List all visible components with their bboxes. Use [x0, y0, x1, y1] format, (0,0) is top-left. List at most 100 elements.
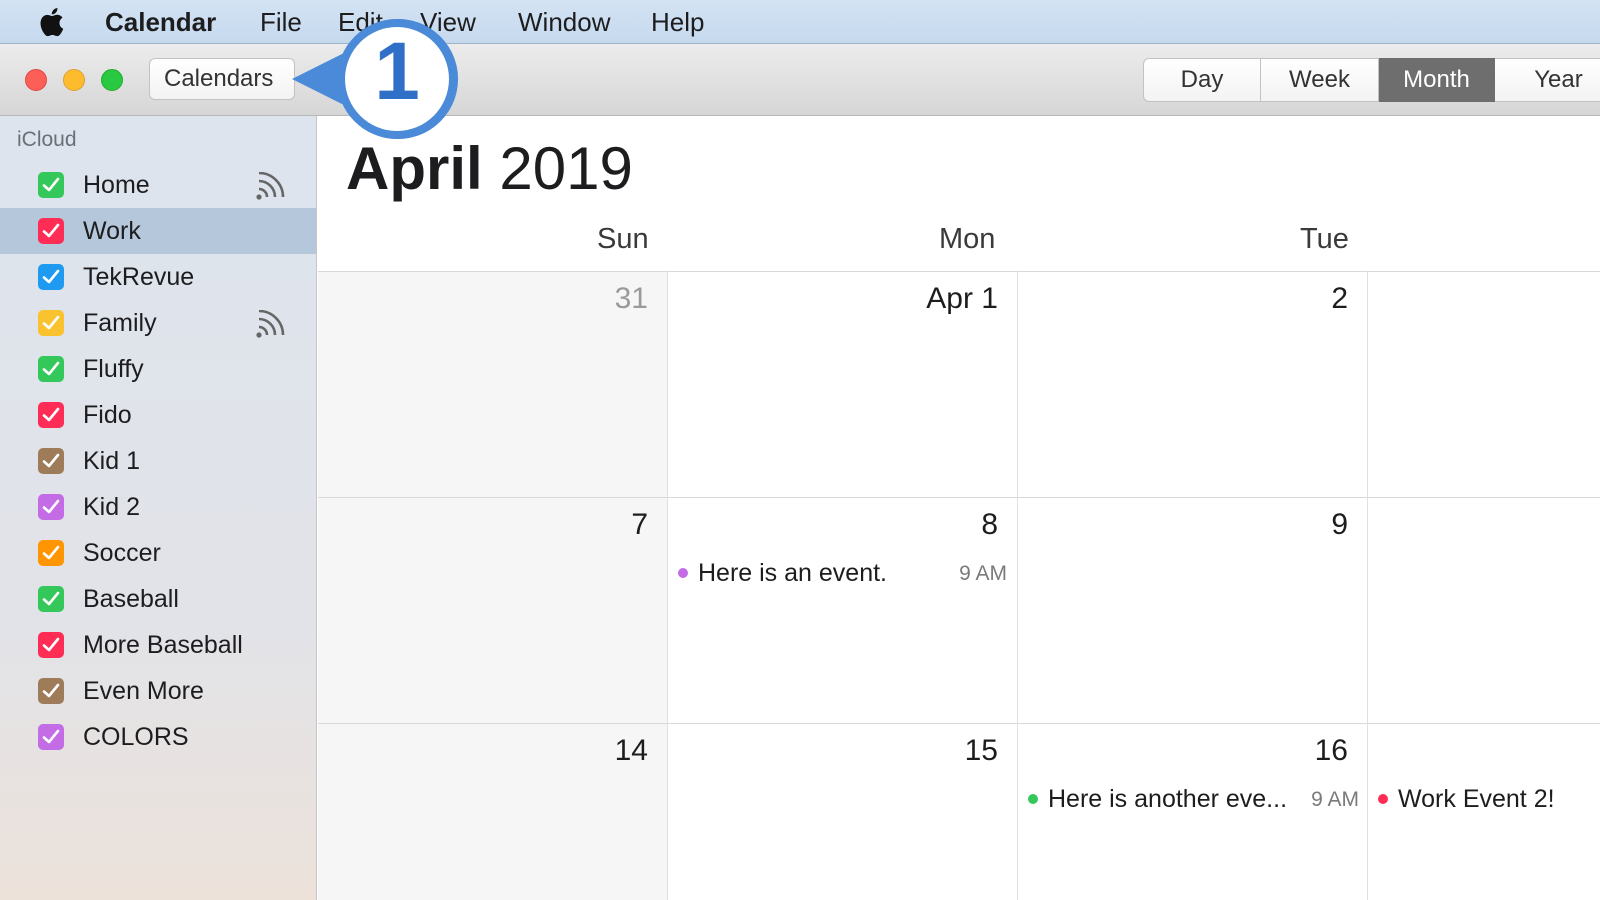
checkmark-icon: [42, 683, 60, 698]
calendar-label: More Baseball: [83, 631, 243, 659]
calendar-checkbox[interactable]: [38, 264, 64, 290]
month-view: April 2019 Sun Mon Tue 31 Apr 1 2 7 8 9 14 15 16…: [318, 116, 1600, 900]
calendar-checkbox[interactable]: [38, 448, 64, 474]
calendar-checkbox[interactable]: [38, 172, 64, 198]
sidebar-calendar-item[interactable]: Fluffy: [0, 346, 316, 392]
weekday-tue: Tue: [1300, 223, 1349, 255]
checkmark-icon: [42, 223, 60, 238]
event-color-dot: [1378, 794, 1388, 804]
calendar-checkbox[interactable]: [38, 632, 64, 658]
menu-help[interactable]: Help: [651, 6, 704, 38]
calendars-toggle-button[interactable]: Calendars: [149, 58, 295, 100]
calendar-checkbox[interactable]: [38, 586, 64, 612]
event-title: Work Event 2!: [1398, 785, 1555, 813]
calendar-label: Kid 2: [83, 493, 140, 521]
page-title: April 2019: [346, 134, 633, 204]
window-toolbar: Calendars Day Week Month Year: [0, 44, 1600, 116]
grid-line: [318, 497, 1600, 498]
checkmark-icon: [42, 545, 60, 560]
shared-calendar-icon[interactable]: [256, 310, 290, 338]
checkmark-icon: [42, 453, 60, 468]
calendar-checkbox[interactable]: [38, 218, 64, 244]
apple-logo-icon[interactable]: [38, 6, 68, 38]
grid-line: [1367, 271, 1368, 900]
sidebar-calendar-item[interactable]: Baseball: [0, 576, 316, 622]
view-segmented-control: Day Week Month Year: [1143, 58, 1600, 102]
day-number[interactable]: 2: [1331, 281, 1348, 317]
day-number[interactable]: 14: [615, 733, 648, 769]
day-number[interactable]: 16: [1315, 733, 1348, 769]
day-number[interactable]: 7: [631, 507, 648, 543]
event-color-dot: [678, 568, 688, 578]
callout-step-number: 1: [374, 26, 420, 117]
view-month-button[interactable]: Month: [1379, 58, 1495, 102]
close-window-button[interactable]: [25, 69, 47, 91]
calendar-event[interactable]: Here is another eve... 9 AM: [1028, 782, 1359, 816]
checkmark-icon: [42, 637, 60, 652]
sidebar-calendar-item[interactable]: COLORS: [0, 714, 316, 760]
month-name: April: [346, 135, 483, 202]
view-day-button[interactable]: Day: [1143, 58, 1261, 102]
day-number[interactable]: 8: [981, 507, 998, 543]
day-number[interactable]: Apr 1: [926, 281, 998, 317]
day-number[interactable]: 15: [965, 733, 998, 769]
checkmark-icon: [42, 361, 60, 376]
calendar-event[interactable]: Here is an event. 9 AM: [678, 556, 1007, 590]
sidebar-calendar-item[interactable]: More Baseball: [0, 622, 316, 668]
sidebar-calendar-item[interactable]: Work: [0, 208, 316, 254]
calendar-label: Soccer: [83, 539, 161, 567]
calendar-label: TekRevue: [83, 263, 195, 291]
checkmark-icon: [42, 269, 60, 284]
sidebar-group-header: iCloud: [17, 128, 77, 151]
day-number[interactable]: 31: [615, 281, 648, 317]
calendar-checkbox[interactable]: [38, 494, 64, 520]
calendar-label: Even More: [83, 677, 204, 705]
sidebar-calendar-item[interactable]: Even More: [0, 668, 316, 714]
calendar-label: Home: [83, 171, 150, 199]
sidebar-calendar-item[interactable]: TekRevue: [0, 254, 316, 300]
sidebar-calendar-item[interactable]: Home: [0, 162, 316, 208]
sidebar-calendar-item[interactable]: Kid 2: [0, 484, 316, 530]
fullscreen-window-button[interactable]: [101, 69, 123, 91]
calendar-label: Work: [83, 217, 141, 245]
calendar-checkbox[interactable]: [38, 540, 64, 566]
checkmark-icon: [42, 315, 60, 330]
grid-line: [667, 271, 668, 900]
calendar-label: Kid 1: [83, 447, 140, 475]
calendar-label: Fluffy: [83, 355, 144, 383]
sidebar-calendar-item[interactable]: Fido: [0, 392, 316, 438]
shared-calendar-icon[interactable]: [256, 172, 290, 200]
year-number: 2019: [499, 135, 633, 202]
checkmark-icon: [42, 591, 60, 606]
calendar-checkbox[interactable]: [38, 356, 64, 382]
minimize-window-button[interactable]: [63, 69, 85, 91]
calendar-event[interactable]: Work Event 2!: [1378, 782, 1598, 816]
calendar-checkbox[interactable]: [38, 402, 64, 428]
calendar-label: Family: [83, 309, 157, 337]
grid-line: [318, 723, 1600, 724]
grid-line: [1017, 271, 1018, 900]
checkmark-icon: [42, 177, 60, 192]
menu-window[interactable]: Window: [518, 6, 610, 38]
sidebar-calendar-item[interactable]: Family: [0, 300, 316, 346]
menu-app-calendar[interactable]: Calendar: [105, 6, 216, 38]
sidebar-calendar-item[interactable]: Kid 1: [0, 438, 316, 484]
view-year-button[interactable]: Year: [1495, 58, 1600, 102]
grid-line: [318, 271, 1600, 272]
day-number[interactable]: 9: [1331, 507, 1348, 543]
event-title: Here is an event.: [698, 559, 887, 587]
event-color-dot: [1028, 794, 1038, 804]
view-week-button[interactable]: Week: [1261, 58, 1379, 102]
calendar-checkbox[interactable]: [38, 724, 64, 750]
checkmark-icon: [42, 407, 60, 422]
sidebar-calendar-item[interactable]: Soccer: [0, 530, 316, 576]
weekday-sun: Sun: [597, 223, 649, 255]
calendar-label: Baseball: [83, 585, 179, 613]
weekend-column-shade: [318, 272, 667, 900]
calendar-sidebar: iCloud Home Work TekRevue Family Fluffy Fido K…: [0, 116, 317, 900]
calendar-label: Fido: [83, 401, 132, 429]
event-time: 9 AM: [959, 562, 1007, 585]
event-title: Here is another eve...: [1048, 785, 1288, 813]
calendar-checkbox[interactable]: [38, 310, 64, 336]
calendar-checkbox[interactable]: [38, 678, 64, 704]
